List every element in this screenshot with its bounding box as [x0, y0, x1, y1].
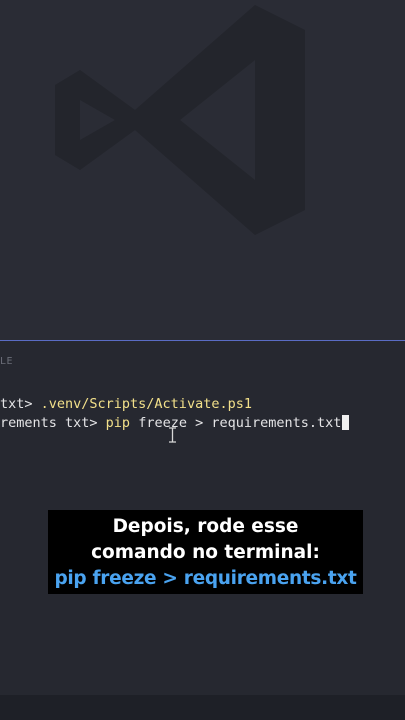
- command-keyword: pip: [105, 415, 131, 431]
- text-cursor: [342, 415, 350, 430]
- command-args: freeze > requirements.txt: [130, 415, 342, 431]
- vscode-logo-icon: [55, 5, 305, 235]
- terminal-tab-label[interactable]: LE: [0, 356, 13, 367]
- editor-area: [0, 0, 405, 341]
- caption-line-2: comando no terminal:: [91, 542, 320, 563]
- status-bar: [0, 695, 405, 720]
- caption-line-1: Depois, rode esse: [112, 516, 299, 537]
- ibeam-cursor-icon: [169, 427, 176, 443]
- prompt-prefix: rements txt>: [0, 415, 106, 431]
- prompt-prefix: txt>: [0, 396, 41, 412]
- caption-overlay: Depois, rode esse comando no terminal: p…: [48, 510, 363, 594]
- caption-command: pip freeze > requirements.txt: [54, 568, 357, 589]
- terminal-line-1: txt> .venv/Scripts/Activate.ps1: [0, 396, 252, 412]
- command-text: .venv/Scripts/Activate.ps1: [40, 396, 252, 412]
